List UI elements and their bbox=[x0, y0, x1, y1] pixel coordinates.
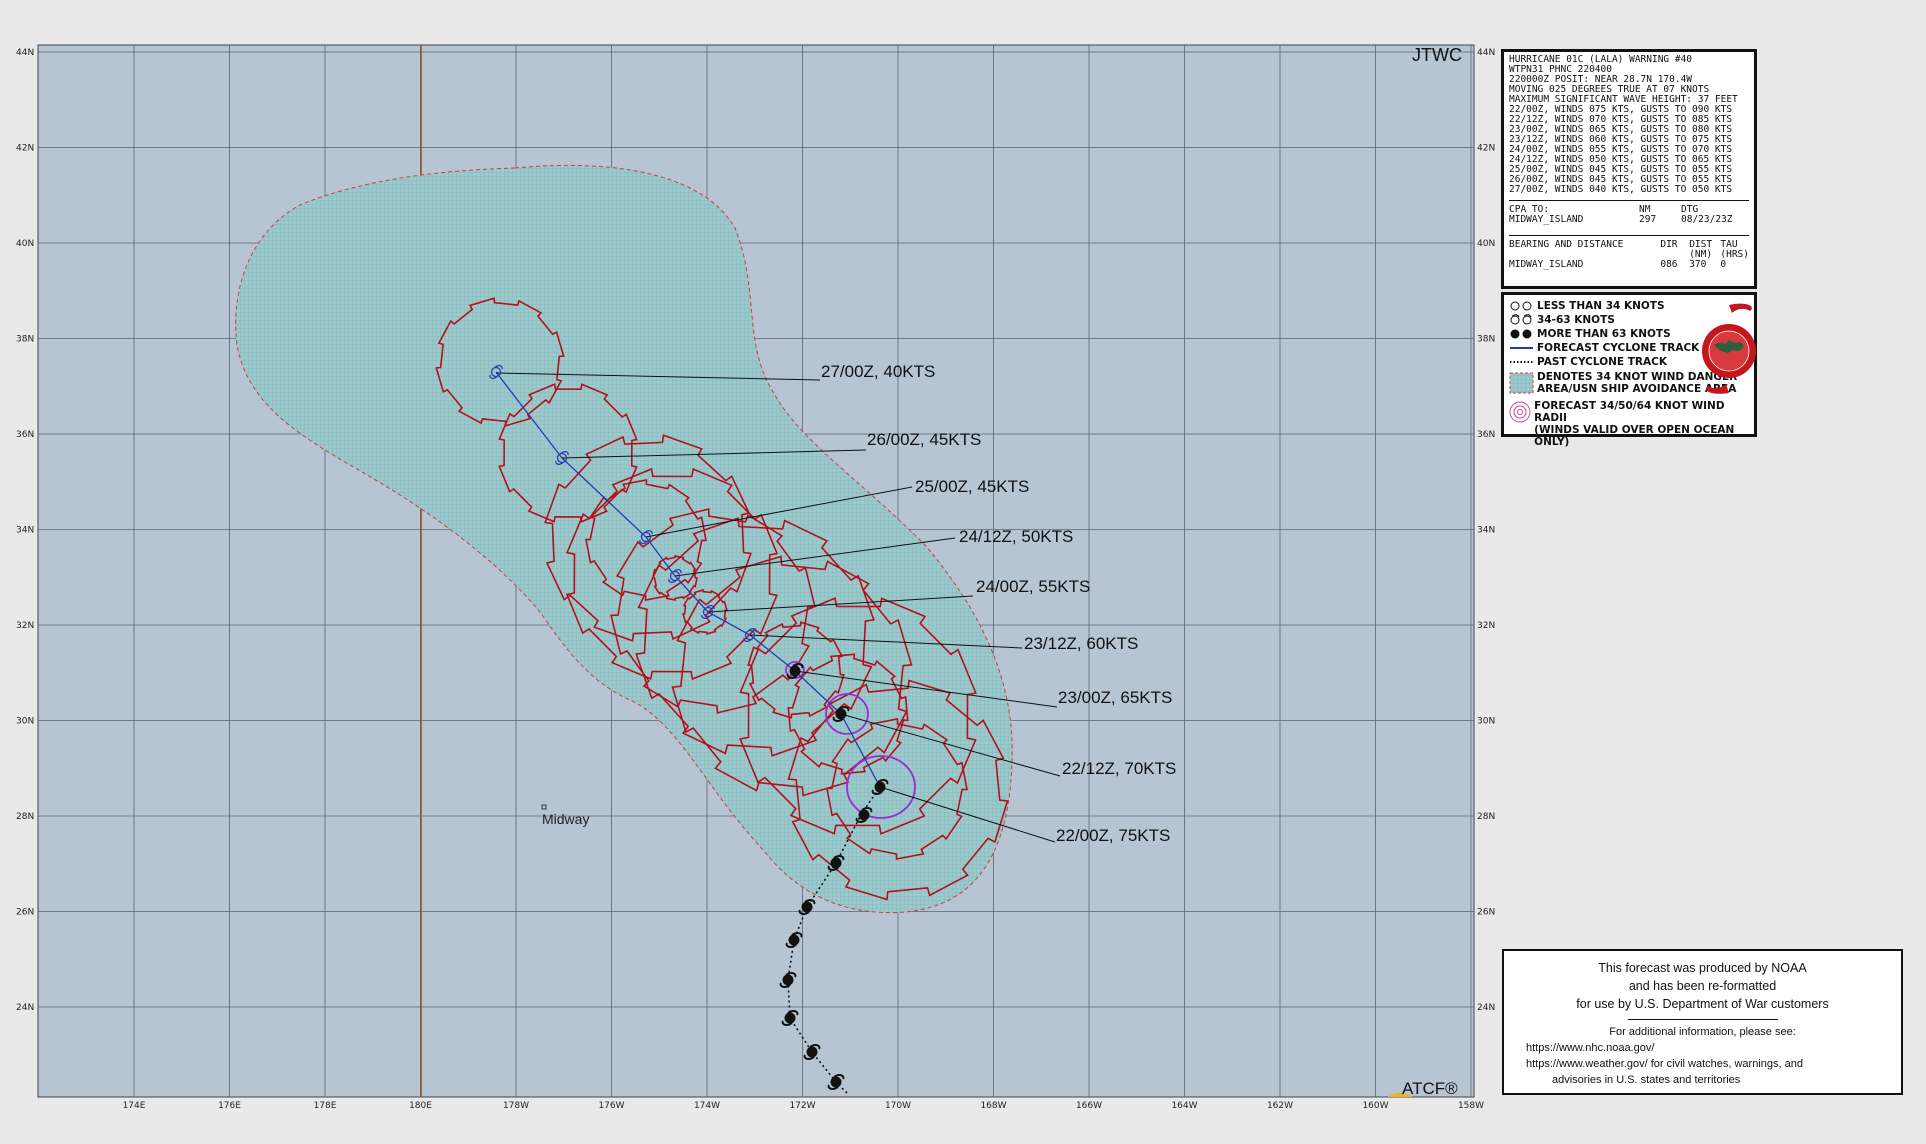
note-url-2[interactable]: https://www.weather.gov/ bbox=[1526, 1058, 1648, 1070]
lon-label: 170W bbox=[885, 1101, 911, 1111]
cpa-table: CPA TO: NM DTG MIDWAY_ISLAND 297 08/23/2… bbox=[1509, 205, 1749, 225]
lat-label-left: 30N bbox=[16, 717, 34, 727]
forecast-label-f23: 23/00Z, 65KTS bbox=[1058, 688, 1172, 707]
legend-forecast-track: FORECAST CYCLONE TRACK bbox=[1537, 342, 1700, 354]
jtwc-label: JTWC bbox=[1412, 45, 1462, 65]
legend-past-track: PAST CYCLONE TRACK bbox=[1537, 356, 1667, 368]
bearing-dir-value: 086 bbox=[1660, 259, 1678, 270]
forecast-label-f24: 24/00Z, 55KTS bbox=[976, 577, 1090, 596]
danger-area-swatch-icon bbox=[1509, 372, 1534, 394]
lon-label: 180E bbox=[409, 1101, 432, 1111]
lon-label: 174W bbox=[694, 1101, 720, 1111]
lon-label: 166W bbox=[1076, 1101, 1102, 1111]
bearing-location: MIDWAY_ISLAND bbox=[1509, 259, 1584, 270]
lat-label-right: 38N bbox=[1477, 335, 1495, 345]
note-url-1[interactable]: https://www.nhc.noaa.gov/ bbox=[1526, 1040, 1901, 1056]
lon-label: 174E bbox=[123, 1101, 146, 1111]
lon-label: 160W bbox=[1362, 1101, 1388, 1111]
more-than-63kt-icon bbox=[1510, 329, 1532, 339]
lat-label-right: 34N bbox=[1477, 526, 1495, 536]
lat-label-left: 34N bbox=[16, 526, 34, 536]
lon-label: 158W bbox=[1458, 1101, 1484, 1111]
bearing-table: BEARING AND DISTANCE DIR DIST TAU (NM) (… bbox=[1509, 240, 1749, 270]
legend-radii-1: FORECAST 34/50/64 KNOT WIND RADII bbox=[1534, 400, 1725, 424]
bearing-title: BEARING AND DISTANCE bbox=[1509, 239, 1624, 250]
lon-label: 162W bbox=[1267, 1101, 1293, 1111]
cpa-dtg-value: 08/23/23Z bbox=[1681, 214, 1733, 225]
34-63kt-icon bbox=[1510, 314, 1532, 325]
less-than-34kt-icon bbox=[1510, 301, 1532, 311]
note-line-last: advisories in U.S. states and territorie… bbox=[1552, 1074, 1741, 1086]
bearing-tau-value: 0 bbox=[1720, 259, 1727, 270]
lon-label: 176W bbox=[598, 1101, 624, 1111]
note-line-2: and has been re-formatted bbox=[1628, 979, 1777, 993]
lat-label-right: 44N bbox=[1477, 48, 1495, 58]
latitude-labels-right: 44N 42N 40N 38N 36N 34N 32N 30N 28N 26N 24N bbox=[1477, 48, 1495, 1013]
lat-label-right: 36N bbox=[1477, 430, 1495, 440]
lat-label-left: 24N bbox=[16, 1003, 34, 1013]
lat-label-left: 44N bbox=[16, 48, 34, 58]
cpa-location: MIDWAY_ISLAND bbox=[1509, 214, 1584, 225]
forecast-label-f27: 27/00Z, 40KTS bbox=[821, 362, 935, 381]
lat-label-right: 32N bbox=[1477, 621, 1495, 631]
lon-label: 178E bbox=[314, 1101, 337, 1111]
longitude-labels: 174E 176E 178E 180E 178W 176W 174W 172W 170W 168W… bbox=[123, 1101, 1485, 1111]
lat-label-left: 36N bbox=[16, 430, 34, 440]
forecast-label-f25: 25/00Z, 45KTS bbox=[915, 477, 1029, 496]
lon-label: 164W bbox=[1171, 1101, 1197, 1111]
lat-label-left: 42N bbox=[16, 144, 34, 154]
forecast-label-f2312: 23/12Z, 60KTS bbox=[1024, 634, 1138, 653]
forecast-label-f26: 26/00Z, 45KTS bbox=[867, 430, 981, 449]
lon-label: 176E bbox=[218, 1101, 241, 1111]
warning-lines: HURRICANE 01C (LALA) WARNING #40 WTPN31 P… bbox=[1509, 55, 1749, 195]
lon-label: 172W bbox=[789, 1101, 815, 1111]
forecast-label-f22: 22/00Z, 75KTS bbox=[1056, 826, 1170, 845]
forecast-track-line-icon bbox=[1510, 347, 1533, 349]
wind-radii-icon bbox=[1509, 401, 1531, 423]
note-url-2-rest: for civil watches, warnings, and bbox=[1650, 1058, 1803, 1070]
legend-more-63: MORE THAN 63 KNOTS bbox=[1537, 328, 1671, 340]
atcf-label: ATCF® bbox=[1402, 1079, 1458, 1098]
lon-label: 178W bbox=[503, 1101, 529, 1111]
lat-label-right: 30N bbox=[1477, 717, 1495, 727]
hurricane-center-seal-icon bbox=[1702, 303, 1756, 394]
warning-line: 27/00Z, WINDS 040 KTS, GUSTS TO 050 KTS bbox=[1509, 184, 1733, 195]
bearing-dist-value: 370 bbox=[1689, 259, 1707, 270]
warning-info-panel: HURRICANE 01C (LALA) WARNING #40 WTPN31 P… bbox=[1501, 49, 1757, 289]
lat-label-left: 28N bbox=[16, 812, 34, 822]
note-line-1: This forecast was produced by NOAA bbox=[1598, 961, 1807, 975]
lat-label-right: 24N bbox=[1477, 1003, 1495, 1013]
lat-label-left: 32N bbox=[16, 621, 34, 631]
lat-label-left: 38N bbox=[16, 335, 34, 345]
lon-label: 168W bbox=[980, 1101, 1006, 1111]
bearing-dir-header: DIR bbox=[1660, 239, 1678, 250]
lat-label-right: 28N bbox=[1477, 812, 1495, 822]
lat-label-right: 26N bbox=[1477, 908, 1495, 918]
lat-label-left: 40N bbox=[16, 239, 34, 249]
legend-radii-2: (WINDS VALID OVER OPEN OCEAN ONLY) bbox=[1534, 424, 1735, 448]
note-info: For additional information, please see: bbox=[1609, 1026, 1796, 1038]
lat-label-left: 26N bbox=[16, 908, 34, 918]
lat-label-right: 42N bbox=[1477, 144, 1495, 154]
legend-34-63: 34-63 KNOTS bbox=[1537, 314, 1615, 326]
forecast-label-f2212: 22/12Z, 70KTS bbox=[1062, 759, 1176, 778]
cpa-nm-value: 297 bbox=[1639, 214, 1657, 225]
map-legend: LESS THAN 34 KNOTS 34-63 KNOTS MORE THAN… bbox=[1501, 292, 1757, 448]
midway-label: Midway bbox=[542, 811, 589, 827]
note-line-3: for use by U.S. Department of War custom… bbox=[1576, 997, 1829, 1011]
past-track-line-icon bbox=[1510, 361, 1533, 363]
noaa-note: This forecast was produced by NOAA and h… bbox=[1502, 949, 1903, 1095]
forecast-label-f2412: 24/12Z, 50KTS bbox=[959, 527, 1073, 546]
latitude-labels-left: 44N 42N 40N 38N 36N 34N 32N 30N 28N 26N 24N bbox=[16, 48, 34, 1013]
legend-less-34: LESS THAN 34 KNOTS bbox=[1537, 300, 1665, 312]
lat-label-right: 40N bbox=[1477, 239, 1495, 249]
